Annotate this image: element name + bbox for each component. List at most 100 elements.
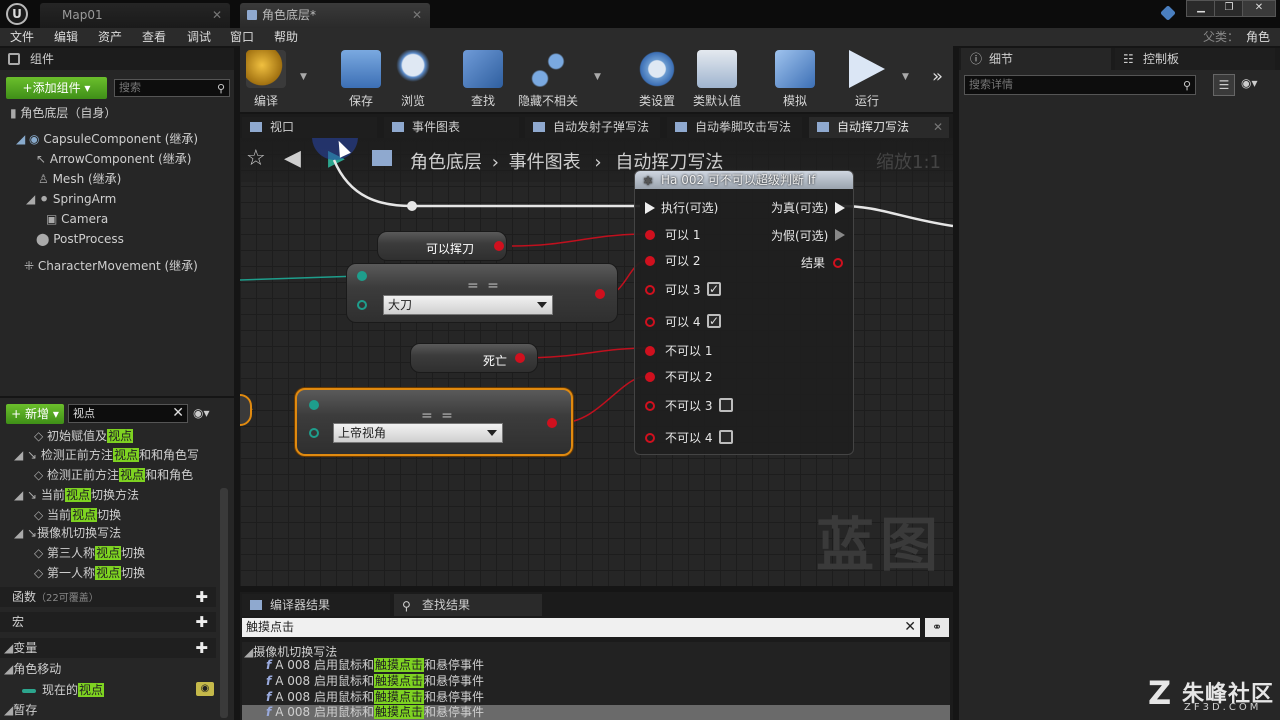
macros-section[interactable]: 宏 ✚: [0, 612, 216, 632]
functions-section[interactable]: 函数（22可覆盖） ✚: [0, 587, 216, 607]
more-chevron-icon[interactable]: »: [932, 66, 943, 87]
equal-enum-node[interactable]: = = 大刀: [346, 263, 618, 323]
component-charmovement[interactable]: ⁜ CharacterMovement (继承): [24, 256, 198, 276]
tab-event-graph[interactable]: 事件图表: [384, 117, 519, 138]
function-item[interactable]: ◇ 检测正前方注视点和和角色: [34, 465, 193, 485]
search-icon[interactable]: ⚲: [1183, 77, 1191, 95]
super-if-node[interactable]: ✱ Ha 002 可不可以超级判断 If 执行(可选) 可以 1 可以 2 可以…: [634, 170, 854, 455]
exec-in-pin[interactable]: [645, 202, 655, 214]
variable-category[interactable]: ◢角色移动: [4, 659, 61, 679]
result-row[interactable]: fA 008 启用鼠标和触摸点击和悬停事件: [266, 657, 484, 673]
search-icon[interactable]: ⚲: [217, 81, 225, 97]
input-pin[interactable]: [645, 230, 655, 240]
component-arrow[interactable]: ↖ ArrowComponent (继承): [36, 149, 191, 169]
binoculars-icon[interactable]: ⚭: [925, 618, 949, 637]
checkbox-unchecked[interactable]: [719, 398, 733, 412]
add-component-button[interactable]: +添加组件 ▾: [6, 77, 107, 99]
doc-tab-map01[interactable]: Map01 ✕: [40, 3, 230, 28]
add-macro-icon[interactable]: ✚: [195, 612, 208, 632]
function-item[interactable]: ◇ 第三人称视点切换: [34, 543, 145, 563]
result-row-selected[interactable]: fA 008 启用鼠标和触摸点击和悬停事件: [242, 705, 950, 720]
dead-variable-node[interactable]: 死亡: [410, 343, 538, 373]
checkbox-unchecked[interactable]: [719, 430, 733, 444]
tab-palette[interactable]: ☷ 控制板: [1115, 48, 1275, 70]
simulate-button[interactable]: 模拟: [765, 48, 825, 109]
property-matrix-icon[interactable]: ☰: [1213, 74, 1235, 96]
input-pin[interactable]: [645, 317, 655, 327]
variables-section[interactable]: ◢变量 ✚: [0, 638, 216, 658]
visibility-eye-icon[interactable]: ◉▾: [193, 406, 210, 420]
result-row[interactable]: fA 008 启用鼠标和触摸点击和悬停事件: [266, 689, 484, 705]
input-pin[interactable]: [645, 346, 655, 356]
input-pin[interactable]: [645, 401, 655, 411]
visibility-eye-icon[interactable]: ◉▾: [1241, 76, 1258, 90]
minimize-button[interactable]: ▁: [1186, 0, 1216, 17]
menu-view[interactable]: 查看: [142, 29, 166, 45]
maximize-button[interactable]: ❐: [1214, 0, 1244, 17]
input-pin[interactable]: [645, 433, 655, 443]
enum-dropdown[interactable]: 大刀: [383, 295, 553, 315]
tab-find-results[interactable]: ⚲ 查找结果: [394, 594, 542, 616]
menu-asset[interactable]: 资产: [98, 29, 122, 45]
output-pin[interactable]: [833, 258, 843, 268]
close-icon[interactable]: ✕: [412, 3, 422, 27]
new-button[interactable]: + 新增 ▾: [6, 404, 64, 424]
compile-button[interactable]: 编译: [236, 48, 296, 109]
doc-tab-blueprint[interactable]: 角色底层* ✕: [240, 3, 430, 28]
equal-enum-node-selected[interactable]: = = 上帝视角: [295, 388, 573, 456]
component-mesh[interactable]: ♙ Mesh (继承): [38, 169, 121, 189]
hide-dropdown-icon[interactable]: ▼: [594, 72, 601, 82]
variable-item[interactable]: 现在的视点 ◉: [22, 680, 216, 700]
function-item[interactable]: ◇ 第一人称视点切换: [34, 563, 145, 583]
graph-item[interactable]: ◢ ↘ 检测正前方注视点和和角色写: [14, 445, 199, 465]
add-variable-icon[interactable]: ✚: [195, 638, 208, 658]
find-search-input[interactable]: 触摸点击 ✕: [242, 618, 920, 637]
tab-viewport[interactable]: 视口: [242, 117, 377, 138]
tab-compiler-results[interactable]: 编译器结果: [242, 594, 390, 616]
clear-icon[interactable]: ✕: [904, 618, 916, 637]
component-springarm[interactable]: ◢ ⚫ SpringArm: [26, 189, 116, 209]
play-button[interactable]: 运行: [837, 48, 897, 109]
clear-icon[interactable]: ✕: [172, 405, 184, 422]
scrollbar[interactable]: [220, 488, 228, 718]
menu-file[interactable]: 文件: [10, 29, 34, 45]
component-postprocess[interactable]: ⬤ PostProcess: [36, 229, 124, 249]
function-item[interactable]: ◇ 当前视点切换: [34, 505, 121, 525]
checkbox-checked[interactable]: ✓: [707, 314, 721, 328]
eye-visibility-icon[interactable]: ◉: [196, 682, 214, 696]
function-item[interactable]: ◇ 初始赋值及视点: [34, 428, 134, 446]
output-pin[interactable]: [515, 353, 525, 363]
input-pin[interactable]: [645, 285, 655, 295]
tab-details[interactable]: ⓘ 细节: [961, 48, 1111, 70]
find-button[interactable]: 查找: [453, 48, 513, 109]
input-pin[interactable]: [357, 300, 367, 310]
output-pin[interactable]: [494, 241, 504, 251]
component-camera[interactable]: ▣ Camera: [46, 209, 108, 229]
component-root[interactable]: ▮ 角色底层（自身）: [10, 103, 116, 123]
component-search-input[interactable]: 搜索 ⚲: [114, 79, 230, 97]
source-control-icon[interactable]: [1160, 5, 1176, 21]
save-button[interactable]: 保存: [331, 48, 391, 109]
tab-auto-melee[interactable]: 自动拳脚攻击写法: [667, 117, 802, 138]
blueprint-search-input[interactable]: 视点 ✕: [68, 404, 188, 423]
blueprint-graph[interactable]: ☆ ◀ ▶ 角色底层 › 事件图表 › 自动挥刀写法 缩放1:1 蓝图 可以挥刀…: [240, 138, 953, 586]
unreal-logo-icon[interactable]: U: [6, 3, 28, 25]
details-search-input[interactable]: 搜索详情 ⚲: [964, 75, 1196, 95]
add-function-icon[interactable]: ✚: [195, 587, 208, 607]
exec-out-pin[interactable]: [835, 229, 845, 241]
can-swing-variable-node[interactable]: 可以挥刀: [377, 231, 507, 261]
tab-auto-fire[interactable]: 自动发射子弹写法: [525, 117, 660, 138]
component-capsule[interactable]: ◢ ◉ CapsuleComponent (继承): [16, 129, 198, 149]
input-pin[interactable]: [309, 400, 319, 410]
result-row[interactable]: fA 008 启用鼠标和触摸点击和悬停事件: [266, 673, 484, 689]
graph-item[interactable]: ◢ ↘ 当前视点切换方法: [14, 485, 139, 505]
menu-edit[interactable]: 编辑: [54, 29, 78, 45]
menu-window[interactable]: 窗口: [230, 29, 254, 45]
temp-section[interactable]: ◢暂存: [4, 700, 37, 720]
menu-debug[interactable]: 调试: [187, 29, 211, 45]
checkbox-checked[interactable]: ✓: [707, 282, 721, 296]
class-settings-button[interactable]: 类设置: [627, 48, 687, 109]
hide-unrelated-button[interactable]: 隐藏不相关: [516, 48, 580, 109]
input-pin[interactable]: [309, 428, 319, 438]
compile-dropdown-icon[interactable]: ▼: [300, 72, 307, 82]
